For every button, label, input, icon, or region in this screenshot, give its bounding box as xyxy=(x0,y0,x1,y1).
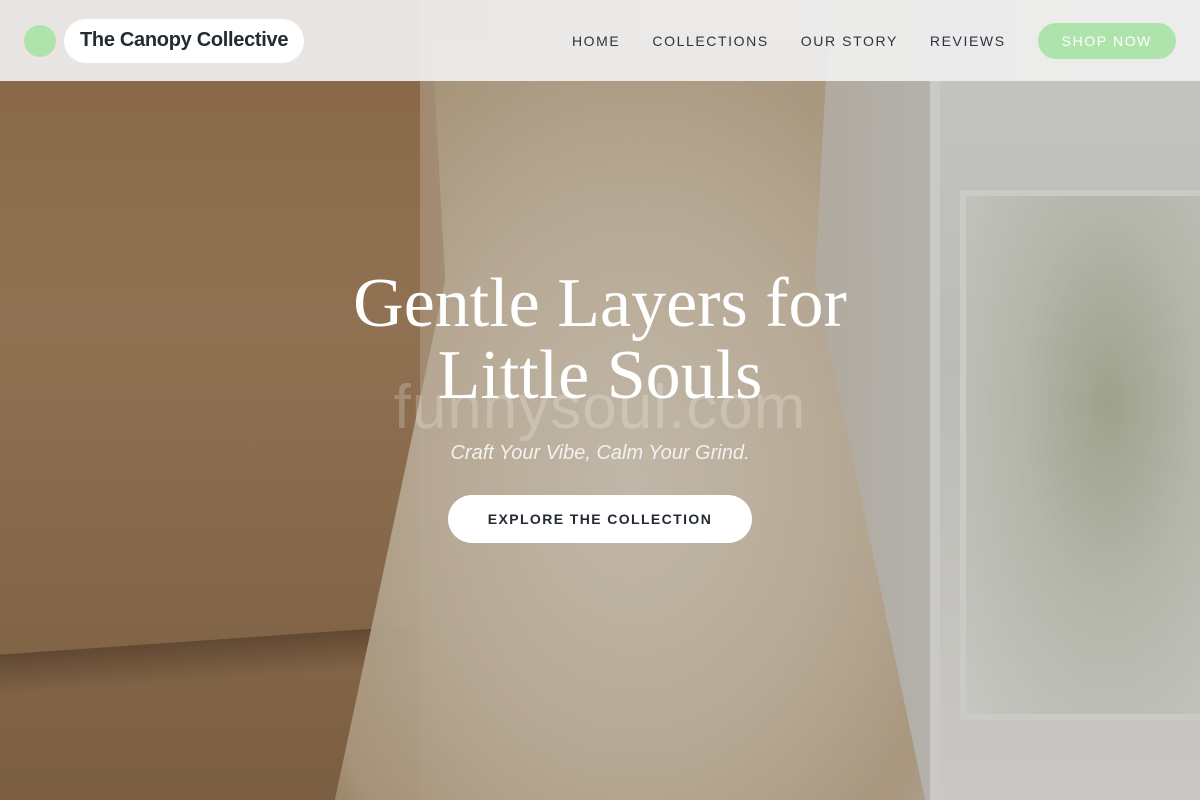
nav-collections[interactable]: COLLECTIONS xyxy=(652,33,768,49)
circle-logo-icon xyxy=(24,24,56,57)
brand-name: The Canopy Collective xyxy=(64,18,305,63)
nav-home[interactable]: HOME xyxy=(572,33,620,49)
hero-title: Gentle Layers for Little Souls xyxy=(353,265,847,414)
nav-reviews[interactable]: REVIEWS xyxy=(930,33,1006,49)
hero-subtitle: Craft Your Vibe, Calm Your Grind. xyxy=(450,442,750,464)
hero-content: Gentle Layers for Little Souls Craft You… xyxy=(0,268,1200,543)
nav-our-story[interactable]: OUR STORY xyxy=(801,33,898,49)
site-header: The Canopy Collective HOME COLLECTIONS O… xyxy=(0,0,1200,81)
main-nav: HOME COLLECTIONS OUR STORY REVIEWS SHOP … xyxy=(572,22,1176,59)
shop-now-button[interactable]: SHOP NOW xyxy=(1037,22,1176,59)
explore-collection-button[interactable]: EXPLORE THE COLLECTION xyxy=(448,495,752,543)
brand[interactable]: The Canopy Collective xyxy=(24,18,305,63)
